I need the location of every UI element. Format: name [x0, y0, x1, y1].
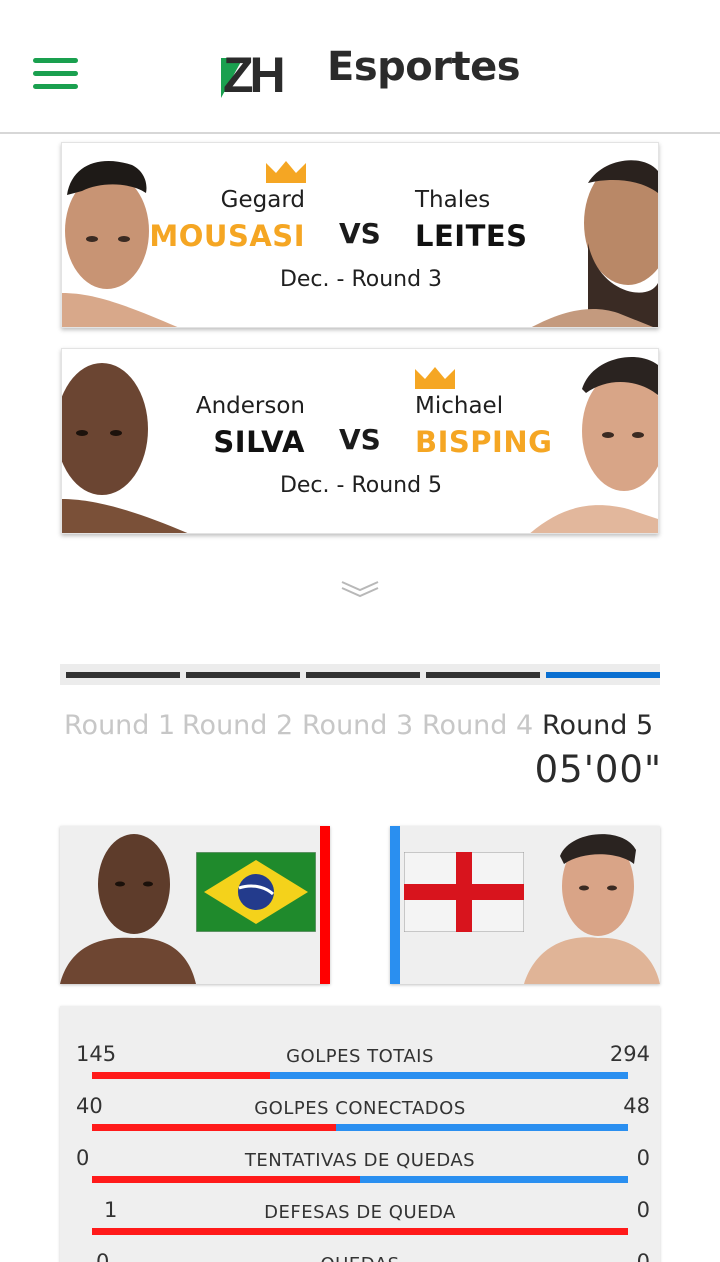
stat-compare-bar: [92, 1124, 628, 1131]
fighter-photo-silva: [62, 349, 192, 533]
vs-label: VS: [339, 423, 381, 456]
stat-right-value: 0: [636, 1250, 650, 1262]
stat-compare-bar: [92, 1228, 628, 1235]
fighter-last-name: BISPING: [415, 425, 553, 459]
zh-logo[interactable]: ZH: [221, 48, 305, 100]
round-timer: 05'00": [534, 748, 662, 791]
fighter-first-name: Michael: [415, 393, 504, 419]
tab-round-5[interactable]: Round 5: [542, 710, 653, 741]
stat-label: DEFESAS DE QUEDA: [264, 1202, 456, 1223]
vs-label: VS: [339, 217, 381, 250]
fighter-photo-blue: [524, 834, 660, 984]
crown-icon: [266, 161, 306, 183]
round-progress-bar: [60, 664, 660, 685]
fighter-last-name: LEITES: [415, 219, 528, 253]
stat-right-value: 0: [636, 1198, 650, 1222]
fighter-photo-red: [60, 834, 196, 984]
stat-label: GOLPES CONECTADOS: [254, 1098, 466, 1119]
fighter-first-name: Thales: [415, 187, 491, 213]
fight-result: Dec. - Round 3: [279, 267, 443, 292]
stat-compare-bar: [92, 1072, 628, 1079]
brand-title: Esportes: [327, 44, 521, 90]
tab-round-3[interactable]: Round 3: [302, 710, 413, 741]
fight-card[interactable]: Anderson SILVA VS Michael BISPING Dec. -…: [61, 348, 659, 534]
stat-row: 0 TENTATIVAS DE QUEDAS 0: [60, 1146, 660, 1198]
fight-stats-panel: 145 GOLPES TOTAIS 294 40 GOLPES CONECTAD…: [60, 1006, 660, 1262]
chevron-down-icon[interactable]: [340, 578, 380, 598]
round-segment[interactable]: [306, 672, 420, 678]
app-header: ZH Esportes: [0, 0, 720, 134]
fighter-photo-leites: [528, 143, 658, 327]
red-corner-fighter: [60, 826, 330, 984]
stat-label: QUEDAS: [60, 1254, 660, 1262]
stat-compare-bar: [92, 1176, 628, 1183]
round-segment-active[interactable]: [546, 672, 660, 678]
stat-row: 40 GOLPES CONECTADOS 48: [60, 1094, 660, 1146]
round-tabs: Round 1 Round 2 Round 3 Round 4 Round 5: [64, 710, 664, 744]
hamburger-menu-icon[interactable]: [33, 58, 78, 90]
stat-label: TENTATIVAS DE QUEDAS: [244, 1150, 476, 1171]
round-segment[interactable]: [66, 672, 180, 678]
fighter-first-name: Anderson: [195, 393, 305, 419]
fighter-last-name: SILVA: [213, 425, 305, 459]
stat-row: 1 DEFESAS DE QUEDA 0: [60, 1198, 660, 1250]
svg-text:ZH: ZH: [223, 48, 283, 100]
tab-round-1[interactable]: Round 1: [64, 710, 175, 741]
fight-result: Dec. - Round 5: [279, 473, 443, 498]
stat-right-value: 0: [636, 1146, 650, 1170]
stat-row: 0 QUEDAS 0: [60, 1250, 660, 1262]
crown-icon: [415, 367, 455, 389]
round-segment[interactable]: [426, 672, 540, 678]
tab-round-4[interactable]: Round 4: [422, 710, 533, 741]
blue-corner-fighter: [390, 826, 660, 984]
fight-card[interactable]: Gegard MOUSASI VS Thales LEITES Dec. - R…: [61, 142, 659, 328]
tab-round-2[interactable]: Round 2: [182, 710, 293, 741]
england-flag-icon: [404, 852, 524, 932]
stat-right-value: 294: [609, 1042, 650, 1066]
fighter-first-name: Gegard: [220, 187, 305, 213]
stat-label: GOLPES TOTAIS: [286, 1046, 434, 1067]
stat-right-value: 48: [623, 1094, 650, 1118]
fighter-last-name: MOUSASI: [149, 219, 305, 253]
brazil-flag-icon: [196, 852, 316, 932]
stat-row: 145 GOLPES TOTAIS 294: [60, 1042, 660, 1094]
round-segment[interactable]: [186, 672, 300, 678]
